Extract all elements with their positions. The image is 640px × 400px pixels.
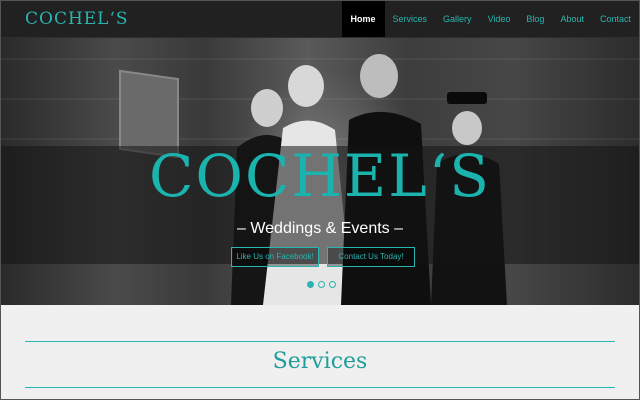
facebook-button[interactable]: Like Us on Facebook!: [231, 247, 319, 267]
main-nav: Home Services Gallery Video Blog About C…: [341, 1, 639, 37]
contact-us-button[interactable]: Contact Us Today!: [327, 247, 415, 267]
nav-video[interactable]: Video: [480, 1, 519, 37]
hero-title: COCHELʻS: [149, 142, 491, 210]
site-logo[interactable]: COCHELʻS: [25, 9, 129, 29]
slider-dots: [307, 281, 336, 288]
groom-head: [360, 54, 398, 98]
nav-gallery[interactable]: Gallery: [435, 1, 480, 37]
services-divider-bottom: [25, 387, 615, 388]
slider-dot-2[interactable]: [318, 281, 325, 288]
bride-head: [288, 65, 324, 107]
services-divider-top: [25, 341, 615, 342]
nav-services[interactable]: Services: [385, 1, 436, 37]
nav-contact[interactable]: Contact: [592, 1, 639, 37]
hero-subtitle: – Weddings & Events –: [236, 220, 404, 237]
nav-about[interactable]: About: [552, 1, 592, 37]
page-frame: COCHELʻS Home Services Gallery Video Blo…: [0, 0, 640, 400]
services-section: Services: [1, 305, 639, 399]
slider-dot-3[interactable]: [329, 281, 336, 288]
nav-home[interactable]: Home: [341, 1, 385, 37]
boy2-hat: [447, 92, 487, 104]
nav-blog[interactable]: Blog: [518, 1, 552, 37]
boy2-head: [452, 111, 482, 145]
services-heading: Services: [272, 349, 368, 374]
top-navbar: COCHELʻS Home Services Gallery Video Blo…: [1, 1, 639, 38]
slider-dot-1[interactable]: [307, 281, 314, 288]
boy-head: [251, 89, 283, 127]
